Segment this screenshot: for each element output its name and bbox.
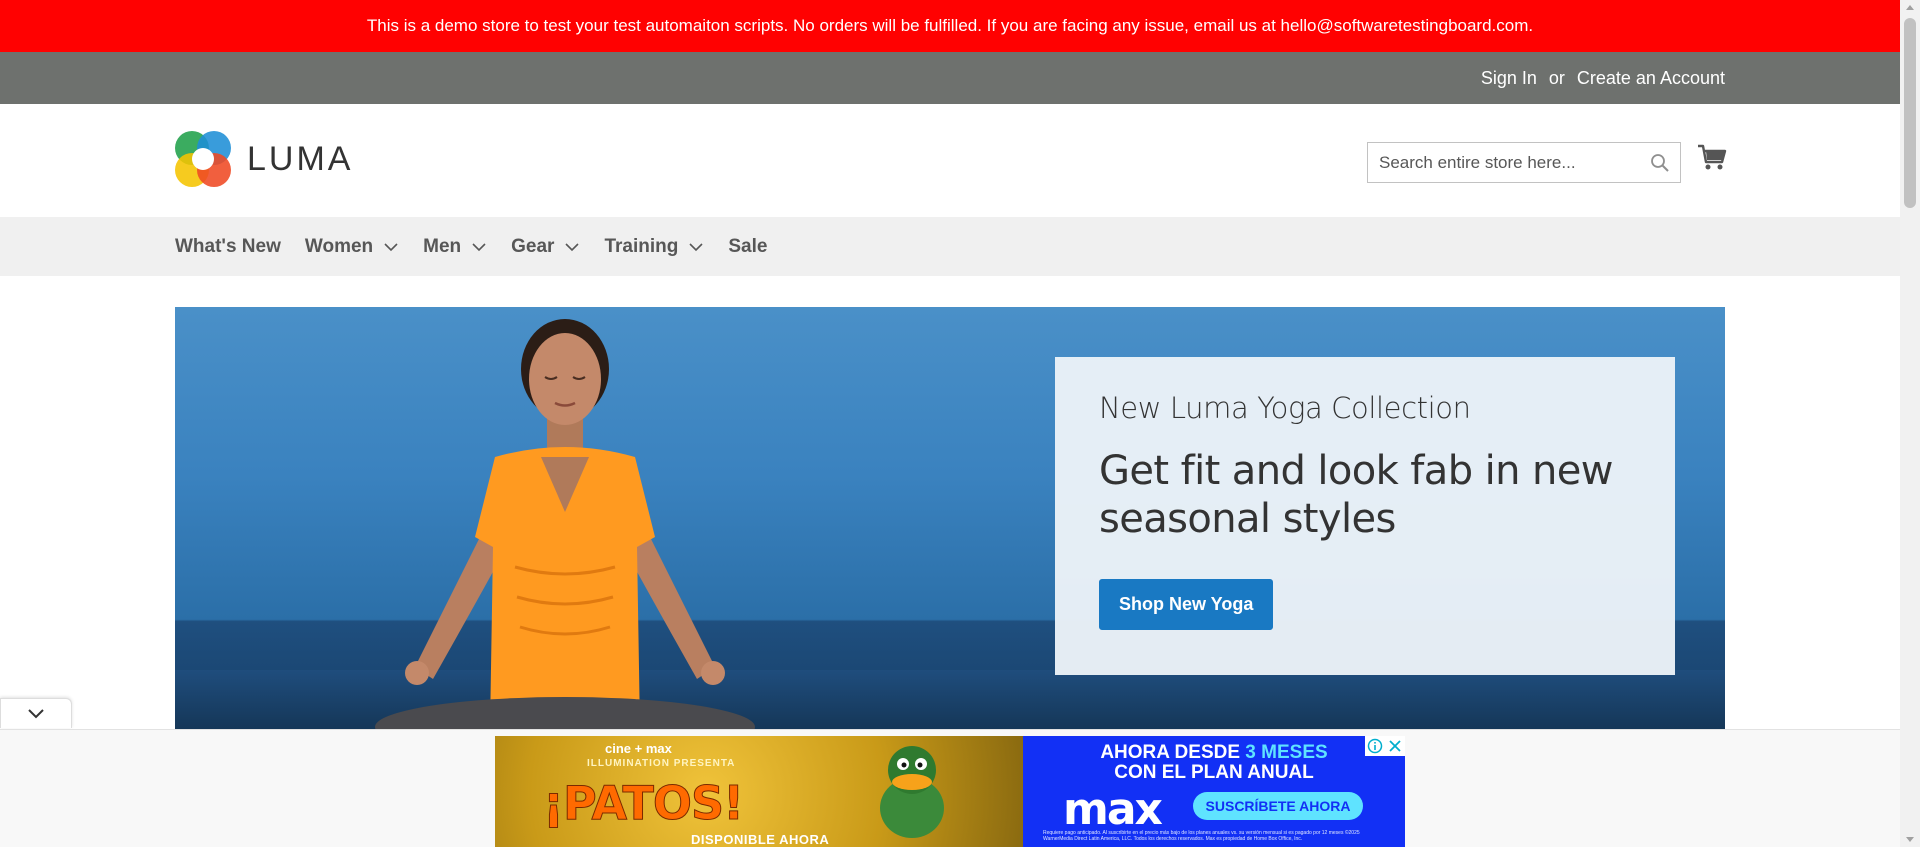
shop-new-yoga-button[interactable]: Shop New Yoga <box>1099 579 1274 630</box>
nav-item-men[interactable]: Men <box>423 236 487 258</box>
demo-notice-text: This is a demo store to test your test a… <box>366 16 1534 35</box>
ad-subscribe-button[interactable]: SUSCRÍBETE AHORA <box>1193 792 1363 820</box>
nav-item-label: Gear <box>511 235 555 257</box>
chevron-down-icon <box>28 708 44 718</box>
nav-item-gear[interactable]: Gear <box>511 236 580 258</box>
scroll-up-icon[interactable] <box>1906 5 1914 10</box>
chevron-down-icon <box>384 242 398 251</box>
main-navigation: What's New Women Men Gear Training Sale <box>0 217 1900 276</box>
ad-info-icon[interactable] <box>1365 736 1385 756</box>
ad-close-icon[interactable] <box>1385 736 1405 756</box>
ad-brand: cine + max <box>605 741 672 756</box>
sign-in-link[interactable]: Sign In <box>1481 68 1537 89</box>
luma-logo[interactable]: LUMA <box>175 131 353 187</box>
vertical-scrollbar[interactable] <box>1900 0 1920 847</box>
ad-offer-line2: CON EL PLAN ANUAL <box>1114 762 1314 783</box>
search-input[interactable] <box>1368 143 1638 182</box>
ad-offer-line1: AHORA DESDE <box>1100 742 1241 763</box>
ad-available: DISPONIBLE AHORA <box>691 832 830 847</box>
nav-item-label: Men <box>423 235 462 257</box>
scrollbar-thumb[interactable] <box>1904 18 1916 208</box>
ad-offer-highlight: 3 MESES <box>1245 742 1328 763</box>
site-header: LUMA <box>0 104 1900 217</box>
demo-notice-bar: This is a demo store to test your test a… <box>0 0 1900 52</box>
nav-item-label: What's New <box>175 235 281 257</box>
ad-strip: cine + max ILLUMINATION PRESENTA ¡PATOS!… <box>0 729 1900 847</box>
ad-collapse-toggle[interactable] <box>0 698 72 728</box>
hero-content-box: New Luma Yoga Collection Get fit and loo… <box>1055 357 1675 675</box>
top-panel: Sign In or Create an Account <box>0 52 1900 104</box>
duck-icon <box>880 746 944 838</box>
nav-item-training[interactable]: Training <box>604 236 704 258</box>
cart-icon[interactable] <box>1697 142 1727 172</box>
chevron-down-icon <box>472 242 486 251</box>
page: This is a demo store to test your test a… <box>0 0 1900 847</box>
ad-offer-text: AHORA DESDE 3 MESES CON EL PLAN ANUAL <box>1023 743 1405 783</box>
create-account-link[interactable]: Create an Account <box>1577 68 1725 89</box>
yoga-woman-image <box>375 319 755 729</box>
ad-movie-panel: cine + max ILLUMINATION PRESENTA ¡PATOS!… <box>495 736 1023 847</box>
hero-banner[interactable]: New Luma Yoga Collection Get fit and loo… <box>175 307 1725 729</box>
logo-text: LUMA <box>247 139 354 178</box>
advertisement-banner[interactable]: cine + max ILLUMINATION PRESENTA ¡PATOS!… <box>495 736 1405 847</box>
or-separator: or <box>1548 67 1565 88</box>
ad-movie-title: ¡PATOS! <box>542 776 744 831</box>
ad-max-logo: max <box>1063 784 1163 835</box>
search-icon[interactable] <box>1650 153 1670 173</box>
chevron-down-icon <box>565 242 580 251</box>
nav-item-women[interactable]: Women <box>305 236 399 258</box>
luma-logo-icon <box>175 131 231 187</box>
nav-item-sale[interactable]: Sale <box>728 236 767 258</box>
ad-fine-print: Requiere pago anticipado. Al suscribirte… <box>1043 830 1360 842</box>
nav-item-whats-new[interactable]: What's New <box>175 236 281 258</box>
nav-item-label: Sale <box>728 235 768 257</box>
ad-offer-panel: AHORA DESDE 3 MESES CON EL PLAN ANUAL ma… <box>1023 736 1405 847</box>
chevron-down-icon <box>689 242 703 251</box>
scroll-down-icon[interactable] <box>1906 837 1914 842</box>
ad-studio: ILLUMINATION PRESENTA <box>587 758 736 769</box>
nav-item-label: Training <box>604 235 679 257</box>
hero-title: Get fit and look fab in new seasonal sty… <box>1099 448 1613 542</box>
nav-item-label: Women <box>304 235 374 257</box>
search-box <box>1367 142 1681 183</box>
hero-subtitle: New Luma Yoga Collection <box>1099 391 1471 425</box>
